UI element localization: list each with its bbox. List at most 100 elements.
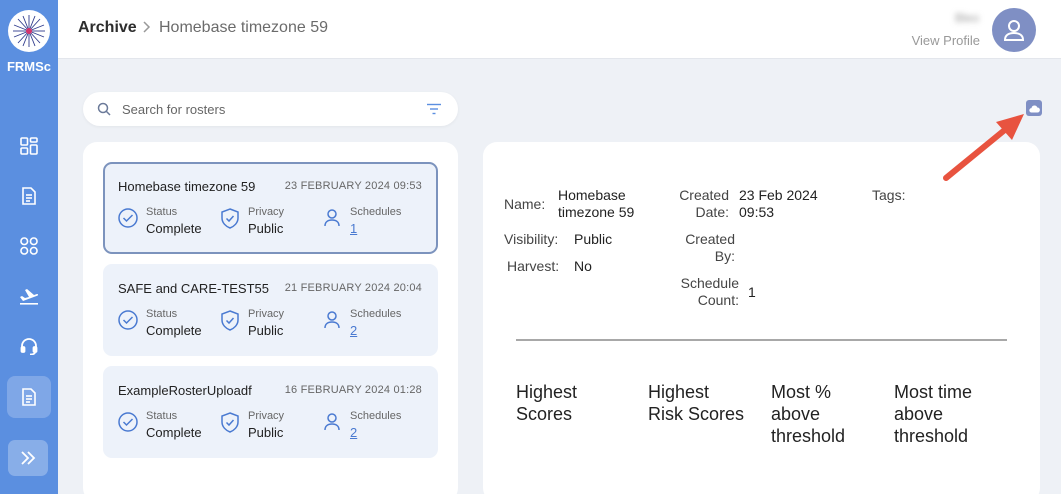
- airplane-icon: [20, 289, 39, 305]
- filter-icon[interactable]: [427, 103, 441, 115]
- divider: [516, 339, 1007, 341]
- schedules-link[interactable]: 1: [350, 221, 357, 236]
- search-input[interactable]: [122, 99, 412, 119]
- breadcrumb-separator: [142, 20, 152, 38]
- visibility-label: Visibility:: [504, 231, 559, 247]
- schedule-count-label-2: Count:: [697, 292, 739, 308]
- roster-card[interactable]: SAFE and CARE-TEST55 21 FEBRUARY 2024 20…: [103, 264, 438, 356]
- schedules-link[interactable]: 2: [350, 323, 357, 338]
- name-label: Name:: [504, 196, 546, 212]
- check-circle-icon: [118, 412, 138, 432]
- schedules-label: Schedules: [350, 308, 402, 320]
- created-date-label-2: Date:: [695, 204, 729, 220]
- shield-check-icon: [221, 412, 239, 433]
- privacy-value: Public: [248, 221, 284, 236]
- tags-label: Tags:: [872, 187, 906, 203]
- roster-date: 21 FEBRUARY 2024 20:04: [284, 282, 422, 294]
- document-icon: [22, 388, 36, 406]
- view-profile-link[interactable]: View Profile: [912, 33, 980, 48]
- roster-date: 23 FEBRUARY 2024 09:53: [284, 180, 422, 192]
- created-date-label-1: Created: [679, 187, 729, 203]
- heading-line: threshold: [771, 426, 846, 446]
- privacy-value: Public: [248, 425, 284, 440]
- roster-search-bar: [83, 92, 458, 126]
- highest-risk-scores-heading[interactable]: Highest Risk Scores: [648, 381, 744, 425]
- roster-date: 16 FEBRUARY 2024 01:28: [284, 384, 422, 396]
- check-circle-icon: [118, 310, 138, 330]
- harvest-value: No: [574, 258, 592, 274]
- status-value: Complete: [146, 323, 202, 338]
- heading-line: Highest: [516, 382, 578, 402]
- schedule-count-value: 1: [748, 284, 756, 300]
- most-percent-above-threshold-heading[interactable]: Most % above threshold: [771, 381, 845, 447]
- roster-title: ExampleRosterUploadf: [118, 383, 252, 398]
- brand-name: FRMSc: [6, 59, 52, 74]
- heading-line: Scores: [516, 404, 573, 424]
- roster-list: Homebase timezone 59 23 FEBRUARY 2024 09…: [83, 142, 458, 494]
- heading-line: threshold: [894, 426, 969, 446]
- roster-title: Homebase timezone 59: [118, 179, 256, 194]
- status-value: Complete: [146, 221, 202, 236]
- user-icon: [324, 413, 340, 431]
- name-value-line1: Homebase: [558, 187, 626, 203]
- privacy-label: Privacy: [248, 308, 285, 320]
- shield-check-icon: [221, 208, 239, 229]
- highest-scores-heading[interactable]: Highest Scores: [516, 381, 577, 425]
- user-icon: [324, 209, 340, 227]
- sidebar-item-dashboard[interactable]: [7, 126, 51, 166]
- heading-line: above: [771, 404, 821, 424]
- roster-detail-panel: Name: Homebase timezone 59 Visibility: P…: [483, 142, 1040, 494]
- privacy-value: Public: [248, 323, 284, 338]
- status-label: Status: [146, 206, 178, 218]
- sidebar-item-modules[interactable]: [7, 226, 51, 266]
- top-header: Archive Homebase timezone 59 Bleo View P…: [58, 0, 1061, 59]
- schedule-count-label-1: Schedule: [680, 275, 739, 291]
- privacy-label: Privacy: [248, 206, 285, 218]
- heading-line: Most %: [771, 382, 832, 402]
- schedules-link[interactable]: 2: [350, 425, 357, 440]
- sidebar-item-archive[interactable]: [7, 376, 51, 418]
- annotation-arrow-icon: [943, 114, 1024, 181]
- sidebar: FRMSc: [0, 0, 58, 494]
- dandelion-logo-icon[interactable]: [8, 10, 50, 52]
- upload-button[interactable]: [1026, 100, 1042, 116]
- breadcrumb-current: Homebase timezone 59: [159, 19, 328, 36]
- sidebar-item-flights[interactable]: [7, 276, 51, 316]
- sidebar-item-reports[interactable]: [7, 176, 51, 216]
- shield-check-icon: [221, 310, 239, 331]
- cloud-upload-icon: [1028, 105, 1040, 112]
- status-label: Status: [146, 308, 178, 320]
- check-circle-icon: [118, 208, 138, 228]
- avatar[interactable]: [992, 8, 1036, 52]
- user-name: Bleo: [954, 11, 979, 25]
- sidebar-expand-button[interactable]: [8, 440, 48, 476]
- schedules-label: Schedules: [350, 410, 402, 422]
- created-by-label-2: By:: [714, 248, 735, 264]
- harvest-label: Harvest:: [507, 258, 560, 274]
- visibility-value: Public: [574, 231, 613, 247]
- schedules-label: Schedules: [350, 206, 402, 218]
- heading-line: Highest: [648, 382, 710, 402]
- user-icon: [1003, 20, 1025, 41]
- created-date-value-2: 09:53: [739, 204, 775, 220]
- roster-title: SAFE and CARE-TEST55: [118, 281, 269, 296]
- heading-line: above: [894, 404, 944, 424]
- double-chevron-right-icon: [21, 451, 36, 465]
- sidebar-item-support[interactable]: [7, 326, 51, 366]
- privacy-label: Privacy: [248, 410, 285, 422]
- breadcrumb-archive[interactable]: Archive: [78, 19, 137, 37]
- created-date-value-1: 23 Feb 2024: [739, 187, 818, 203]
- created-by-label-1: Created: [685, 231, 735, 247]
- grid-icon: [20, 137, 38, 155]
- status-value: Complete: [146, 425, 202, 440]
- most-time-above-threshold-heading[interactable]: Most time above threshold: [894, 381, 972, 447]
- document-icon: [22, 187, 36, 205]
- roster-card[interactable]: Homebase timezone 59 23 FEBRUARY 2024 09…: [103, 162, 438, 254]
- headset-icon: [20, 338, 38, 355]
- chevron-right-icon: [143, 21, 151, 33]
- name-value-line2: timezone 59: [558, 204, 635, 220]
- heading-line: Risk Scores: [648, 404, 745, 424]
- search-icon: [97, 102, 111, 116]
- roster-card[interactable]: ExampleRosterUploadf 16 FEBRUARY 2024 01…: [103, 366, 438, 458]
- status-label: Status: [146, 410, 178, 422]
